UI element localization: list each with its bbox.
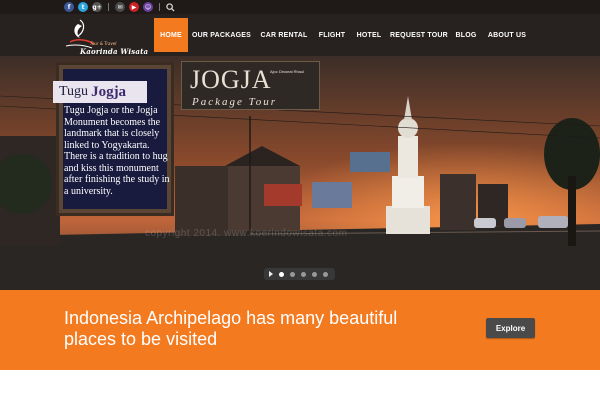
- nav-item-blog[interactable]: BLOG: [451, 18, 481, 52]
- slider-dot[interactable]: [312, 271, 317, 277]
- explore-button[interactable]: Explore: [486, 318, 535, 338]
- site-header: Tour & Travel Kaorinda Wisata HOME OUR P…: [0, 14, 600, 56]
- divider: [159, 3, 160, 11]
- jogja-package-sign: JOGJA Ajoc Dinoeal Rhaul Package Tour: [181, 61, 320, 110]
- main-nav: HOME OUR PACKAGES CAR RENTAL FLIGHT HOTE…: [154, 14, 533, 56]
- slider-dot[interactable]: [323, 271, 328, 277]
- sign-subtitle: Package Tour: [192, 96, 278, 108]
- board-title: Tugu Jogja: [53, 81, 147, 103]
- slider-dot[interactable]: [279, 271, 284, 277]
- mail-icon[interactable]: ✉: [115, 2, 125, 12]
- search-icon[interactable]: [166, 2, 175, 12]
- watermark: copyright 2014. www.koerindowisata.com: [145, 228, 348, 239]
- hero-slider[interactable]: Tugu Jogja Tugu Jogja or the Jogja Monum…: [0, 56, 600, 290]
- google-plus-icon[interactable]: g+: [92, 2, 102, 12]
- logo-name: Kaorinda Wisata: [80, 47, 149, 56]
- sign-title: JOGJA: [190, 65, 272, 94]
- logo-tagline: Tour & Travel: [90, 41, 117, 46]
- slider-dot[interactable]: [301, 271, 306, 277]
- sign-small-text: Ajoc Dinoeal Rhaul: [270, 69, 305, 74]
- banner-text: Indonesia Archipelago has many beautiful…: [64, 308, 398, 349]
- youtube-icon[interactable]: ▶: [129, 2, 139, 12]
- nav-item-home[interactable]: HOME: [154, 18, 188, 52]
- social-links: f t g+ ✉ ▶ ☺: [64, 2, 175, 12]
- play-icon[interactable]: [269, 271, 273, 277]
- tugu-jogja-board: Tugu Jogja Tugu Jogja or the Jogja Monum…: [53, 62, 174, 216]
- page-content-start: [0, 370, 600, 400]
- board-panel: Tugu Jogja Tugu Jogja or the Jogja Monum…: [53, 69, 170, 209]
- slider-dot[interactable]: [290, 271, 295, 277]
- social-bar: f t g+ ✉ ▶ ☺: [0, 0, 600, 14]
- facebook-icon[interactable]: f: [64, 2, 74, 12]
- slider-controls: [264, 268, 335, 280]
- board-title-second: Jogja: [91, 83, 127, 100]
- divider: [108, 3, 109, 11]
- nav-item-our-packages[interactable]: OUR PACKAGES: [188, 18, 255, 52]
- twitter-icon[interactable]: t: [78, 2, 88, 12]
- nav-item-flight[interactable]: FLIGHT: [313, 18, 351, 52]
- promo-banner: Indonesia Archipelago has many beautiful…: [0, 290, 600, 370]
- board-title-first: Tugu: [59, 84, 89, 99]
- board-description: Tugu Jogja or the Jogja Monument becomes…: [64, 105, 170, 197]
- yahoo-messenger-icon[interactable]: ☺: [143, 2, 153, 12]
- nav-item-hotel[interactable]: HOTEL: [351, 18, 387, 52]
- nav-item-car-rental[interactable]: CAR RENTAL: [255, 18, 313, 52]
- nav-item-about-us[interactable]: ABOUT US: [481, 18, 533, 52]
- nav-item-request-tour[interactable]: REQUEST TOUR: [387, 18, 451, 52]
